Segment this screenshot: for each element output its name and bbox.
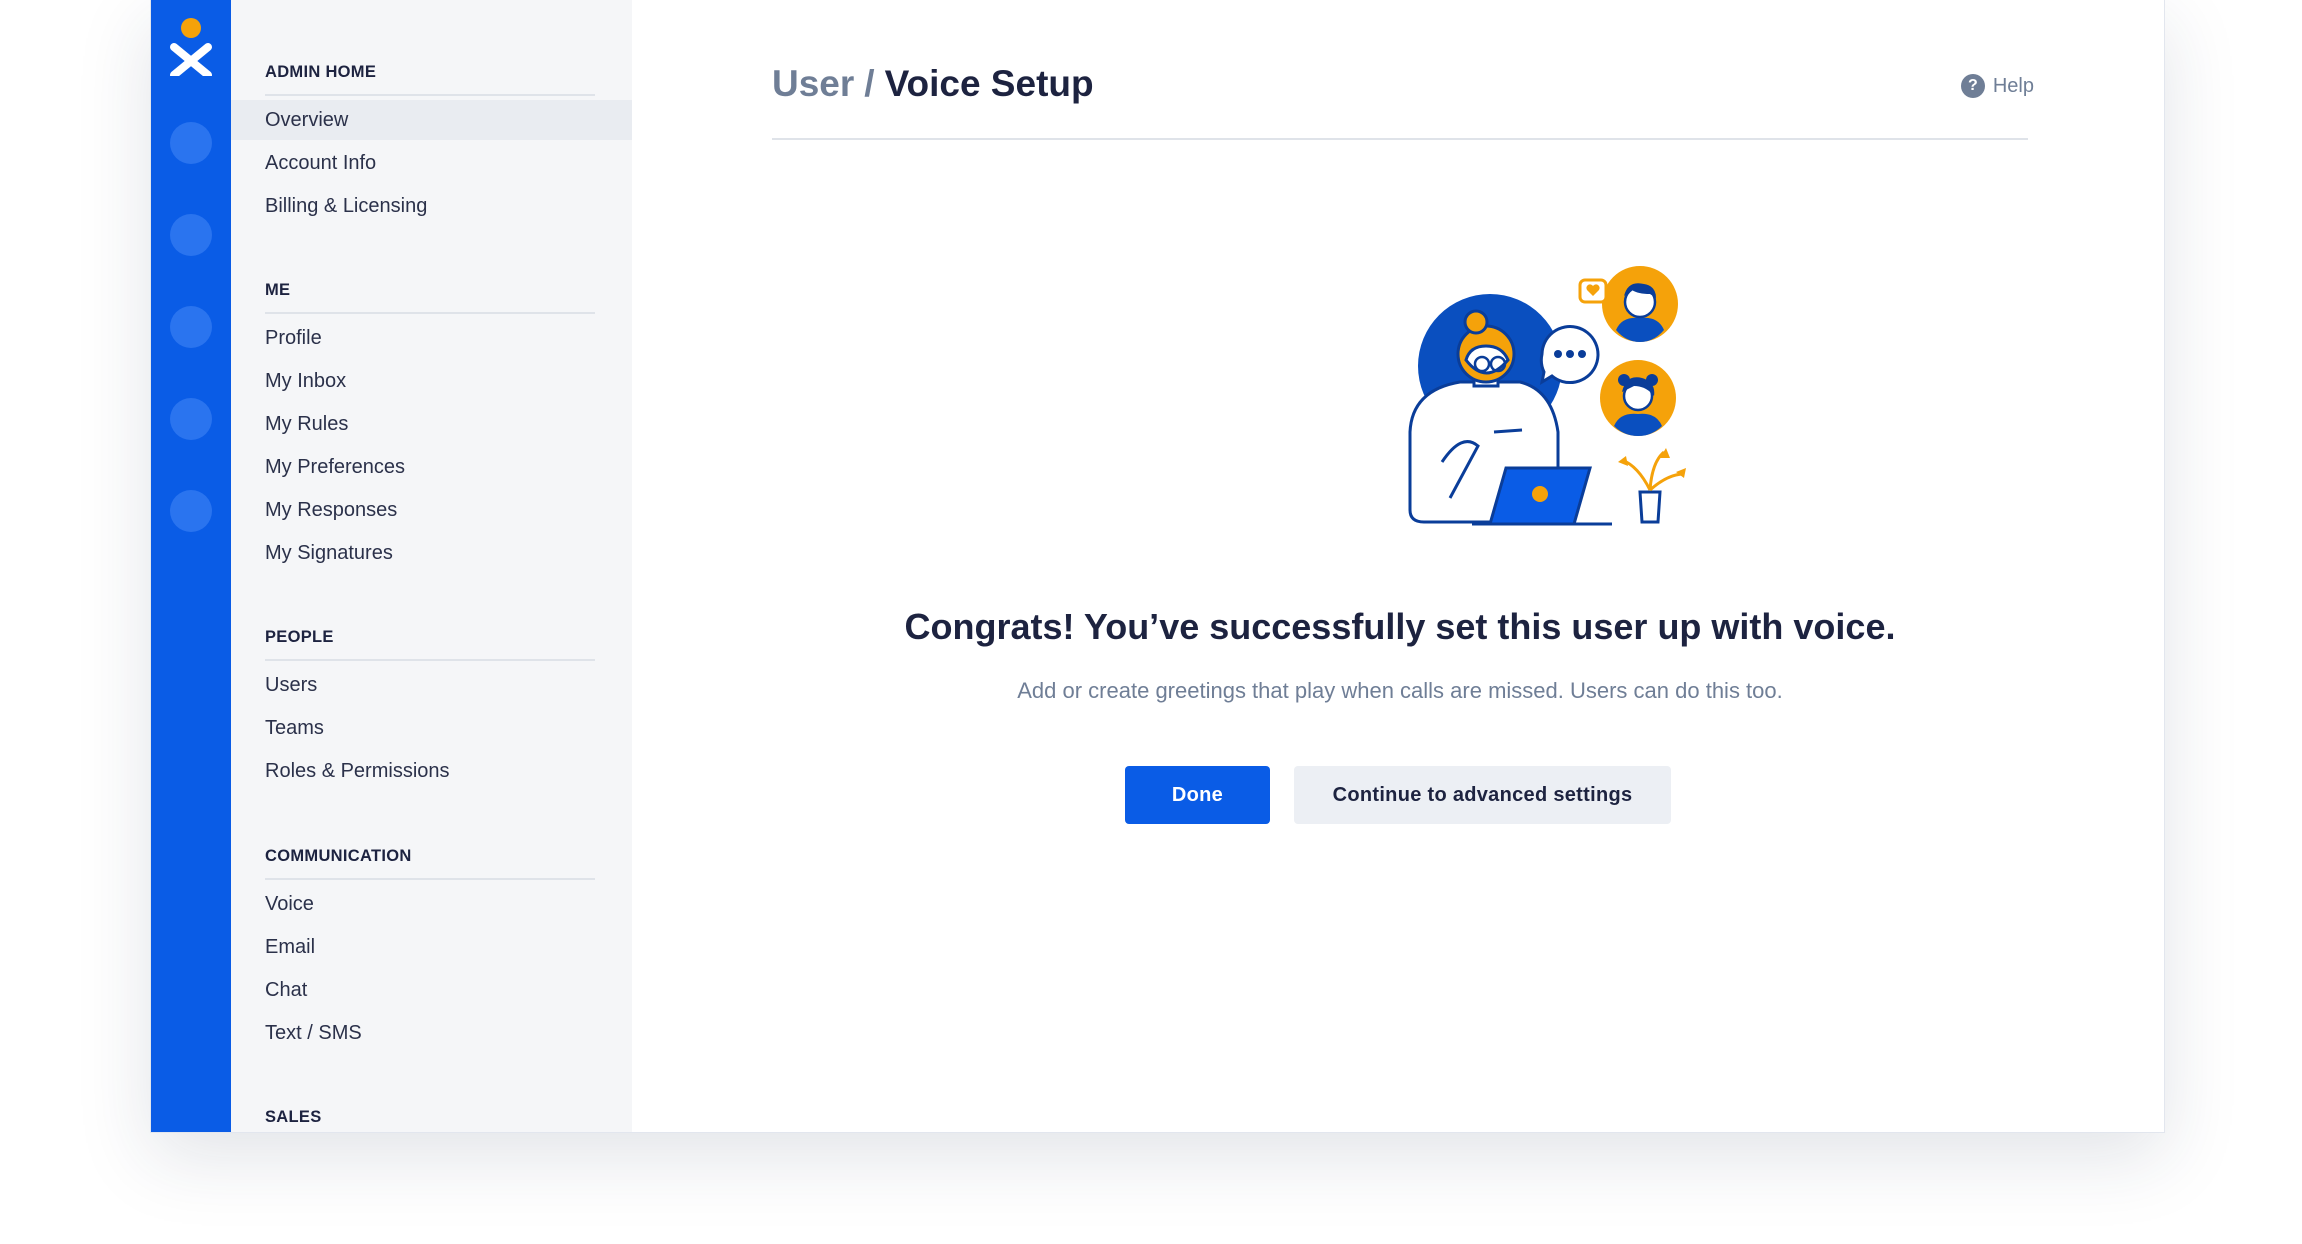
- sidebar-item-overview[interactable]: Overview: [231, 100, 632, 140]
- breadcrumb: User / Voice Setup: [772, 60, 1094, 108]
- nextiva-logo-icon[interactable]: [166, 14, 216, 76]
- page-title: Voice Setup: [884, 63, 1094, 104]
- section-title-admin-home: ADMIN HOME: [265, 62, 595, 96]
- question-circle-icon: ?: [1960, 74, 1985, 98]
- main-content: User / Voice Setup ? Help Congrats! You’…: [632, 0, 2164, 1132]
- section-title-communication: COMMUNICATION: [265, 846, 595, 880]
- header-divider: [772, 138, 2028, 140]
- help-label: Help: [1992, 74, 2034, 97]
- section-title-sales: SALES: [265, 1107, 595, 1132]
- sidebar-item-my-preferences[interactable]: My Preferences: [231, 447, 632, 487]
- nav-rail-icon-5[interactable]: [170, 490, 212, 532]
- sidebar-item-billing-licensing[interactable]: Billing & Licensing: [231, 186, 632, 226]
- settings-sidebar: ADMIN HOME Overview Account Info Billing…: [231, 0, 632, 1132]
- sidebar-item-teams[interactable]: Teams: [231, 708, 632, 748]
- help-link[interactable]: ? Help: [1960, 72, 2034, 100]
- app-nav-rail: [151, 0, 231, 1132]
- sidebar-item-my-signatures[interactable]: My Signatures: [231, 533, 632, 573]
- section-title-me: ME: [265, 280, 595, 314]
- success-subtext: Add or create greetings that play when c…: [1017, 678, 1783, 703]
- sidebar-item-profile[interactable]: Profile: [231, 318, 632, 358]
- nav-rail-icon-1[interactable]: [170, 122, 212, 164]
- sidebar-item-my-responses[interactable]: My Responses: [231, 490, 632, 530]
- sidebar-item-account-info[interactable]: Account Info: [231, 143, 632, 183]
- sidebar-item-text-sms[interactable]: Text / SMS: [231, 1013, 632, 1053]
- nav-rail-icon-3[interactable]: [170, 306, 212, 348]
- nav-rail-icon-4[interactable]: [170, 398, 212, 440]
- sidebar-item-my-inbox[interactable]: My Inbox: [231, 361, 632, 401]
- done-button[interactable]: Done: [1125, 766, 1270, 824]
- continue-advanced-settings-button[interactable]: Continue to advanced settings: [1294, 766, 1671, 824]
- breadcrumb-parent-link[interactable]: User: [772, 63, 854, 104]
- section-title-people: PEOPLE: [265, 627, 595, 661]
- sidebar-item-email[interactable]: Email: [231, 927, 632, 967]
- nav-rail-icon-2[interactable]: [170, 214, 212, 256]
- sidebar-item-my-rules[interactable]: My Rules: [231, 404, 632, 444]
- voice-setup-illustration: [1408, 266, 1686, 526]
- sidebar-item-roles-permissions[interactable]: Roles & Permissions: [231, 751, 632, 791]
- sidebar-item-voice[interactable]: Voice: [231, 884, 632, 924]
- sidebar-item-chat[interactable]: Chat: [231, 970, 632, 1010]
- success-headline: Congrats! You’ve successfully set this u…: [904, 606, 1896, 647]
- breadcrumb-separator: /: [864, 63, 875, 104]
- sidebar-item-users[interactable]: Users: [231, 665, 632, 705]
- app-window: ADMIN HOME Overview Account Info Billing…: [150, 0, 2165, 1133]
